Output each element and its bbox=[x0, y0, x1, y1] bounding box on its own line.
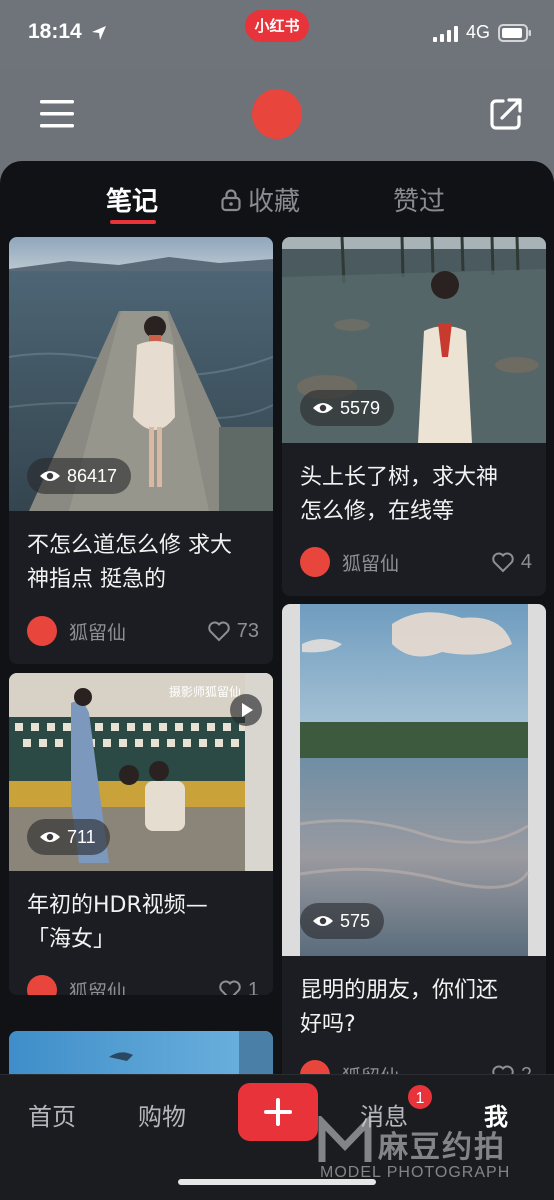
message-badge: 1 bbox=[406, 1083, 434, 1111]
author-avatar[interactable] bbox=[27, 975, 57, 995]
active-tab-indicator bbox=[110, 220, 156, 224]
author-name[interactable]: 狐留仙 bbox=[69, 977, 126, 996]
note-title-line: 好吗? bbox=[300, 1012, 356, 1037]
like-count-value: 4 bbox=[520, 550, 532, 573]
note-meta: 狐留仙 73 bbox=[27, 614, 259, 648]
note-title: 不怎么道怎么修 求大 神指点 挺急的 bbox=[27, 529, 232, 597]
eye-icon bbox=[40, 832, 60, 842]
note-card[interactable]: 86417 不怎么道怎么修 求大 神指点 挺急的 狐留仙 73 bbox=[9, 237, 273, 664]
eye-icon bbox=[313, 403, 333, 413]
play-icon[interactable] bbox=[229, 693, 263, 727]
author-name[interactable]: 狐留仙 bbox=[69, 618, 126, 645]
view-count: 5579 bbox=[340, 397, 381, 418]
note-title-line: 怎么修，在线等 bbox=[300, 499, 455, 524]
like-count-value: 73 bbox=[236, 619, 259, 642]
nav-me[interactable]: 我 bbox=[484, 1097, 508, 1132]
heart-icon bbox=[219, 980, 241, 995]
status-time: 18:14 bbox=[28, 20, 82, 43]
note-title-line: 不怎么道怎么修 求大 bbox=[27, 533, 232, 558]
like-count[interactable]: 73 bbox=[207, 620, 259, 643]
note-title-line: 神指点 挺急的 bbox=[27, 567, 166, 592]
signal-icon bbox=[433, 26, 458, 42]
note-title: 年初的HDR视频— 「海女」 bbox=[27, 889, 208, 957]
view-count-badge: 5579 bbox=[300, 390, 395, 426]
like-count[interactable]: 1 bbox=[218, 978, 259, 996]
note-title-line: 「海女」 bbox=[27, 927, 116, 952]
note-card[interactable]: 575 昆明的朋友，你们还 好吗? 狐留仙 2 bbox=[282, 604, 546, 1084]
profile-avatar[interactable] bbox=[252, 89, 302, 139]
note-title: 昆明的朋友，你们还 好吗? bbox=[300, 974, 498, 1042]
tab-collections-label: 收藏 bbox=[248, 187, 301, 217]
author-name[interactable]: 狐留仙 bbox=[342, 549, 399, 576]
create-note-button[interactable] bbox=[238, 1083, 318, 1141]
plus-icon bbox=[264, 1098, 292, 1126]
note-meta: 狐留仙 1 bbox=[27, 973, 259, 995]
view-count: 711 bbox=[67, 826, 96, 847]
view-count-badge: 711 bbox=[27, 819, 110, 855]
heart-icon bbox=[208, 621, 230, 642]
note-title-line: 昆明的朋友，你们还 bbox=[300, 978, 499, 1003]
tab-liked[interactable]: 赞过 bbox=[393, 181, 445, 218]
tab-collections[interactable]: 收藏 bbox=[220, 181, 300, 218]
location-arrow-icon bbox=[92, 26, 106, 40]
author-avatar[interactable] bbox=[27, 616, 57, 646]
note-title-line: 头上长了树，求大神 bbox=[300, 465, 499, 490]
eye-icon bbox=[313, 916, 333, 926]
bottom-navigation: 首页 购物 消息 1 我 bbox=[0, 1074, 554, 1200]
profile-header bbox=[0, 70, 554, 162]
menu-icon[interactable] bbox=[38, 98, 76, 130]
note-card[interactable]: 摄影师狐留仙 711 年初的HDR视频— 「海女」 狐留仙 1 bbox=[9, 673, 273, 995]
profile-tabs: 笔记 收藏 赞过 bbox=[0, 161, 554, 233]
view-count-badge: 86417 bbox=[27, 458, 132, 494]
nav-home[interactable]: 首页 bbox=[28, 1097, 76, 1132]
status-bar: 18:14 小红书 4G bbox=[0, 0, 554, 70]
note-title: 头上长了树，求大神 怎么修，在线等 bbox=[300, 461, 498, 529]
lock-icon bbox=[221, 188, 241, 211]
heart-icon bbox=[492, 552, 514, 573]
note-card[interactable]: 5579 头上长了树，求大神 怎么修，在线等 狐留仙 4 bbox=[282, 237, 546, 596]
view-count: 86417 bbox=[67, 465, 118, 486]
app-badge: 小红书 bbox=[245, 10, 309, 42]
share-icon[interactable] bbox=[488, 96, 524, 132]
view-count-badge: 575 bbox=[300, 903, 385, 939]
eye-icon bbox=[40, 471, 60, 481]
view-count: 575 bbox=[340, 910, 371, 931]
network-label: 4G bbox=[466, 22, 491, 42]
note-meta: 狐留仙 4 bbox=[300, 545, 532, 579]
content-panel: 笔记 收藏 赞过 86417 不怎么道怎么修 求大 神指点 挺急的 狐留仙 73… bbox=[0, 161, 554, 1200]
battery-icon bbox=[498, 24, 531, 42]
nav-messages[interactable]: 消息 bbox=[360, 1097, 408, 1132]
nav-shop[interactable]: 购物 bbox=[138, 1097, 186, 1132]
like-count-value: 1 bbox=[247, 978, 259, 996]
like-count[interactable]: 4 bbox=[491, 551, 532, 574]
note-title-line: 年初的HDR视频— bbox=[27, 893, 208, 918]
tab-notes[interactable]: 笔记 bbox=[106, 181, 158, 218]
home-indicator bbox=[178, 1179, 376, 1185]
author-avatar[interactable] bbox=[300, 547, 330, 577]
